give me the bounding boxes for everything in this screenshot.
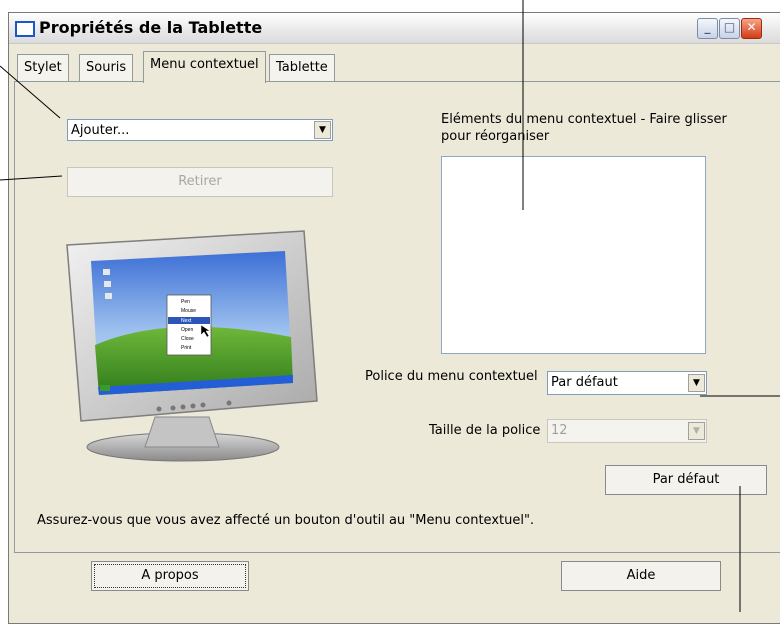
about-button[interactable]: A propos [91,561,249,591]
remove-button[interactable]: Retirer [67,167,333,197]
preview-menu-item: Close [181,336,194,342]
font-combo-value: Par défaut [551,375,618,390]
tab-menu-contextuel[interactable]: Menu contextuel [143,51,266,83]
font-label: Police du menu contextuel [365,369,538,384]
font-combo[interactable]: Par défaut ▼ [547,371,707,395]
preview-menu-item: Pen [181,299,190,305]
font-size-label: Taille de la police [429,423,541,438]
preview-menu-item: Open [181,327,193,333]
preview-menu-item: Next [181,318,192,324]
tab-souris[interactable]: Souris [79,54,134,81]
chevron-down-icon[interactable]: ▼ [314,121,331,139]
monitor-preview-image: Pen Mouse Next Open Close Print [66,230,318,462]
default-button[interactable]: Par défaut [605,465,767,495]
tab-stylet[interactable]: Stylet [17,54,69,81]
close-button[interactable]: ✕ [741,18,762,39]
tablet-properties-window: Propriétés de la Tablette _ □ ✕ Stylet S… [8,12,780,624]
preview-menu-item: Print [181,345,192,351]
add-item-combo[interactable]: Ajouter... ▼ [67,119,333,141]
preview-menu-item: Mouse [181,308,196,314]
maximize-button[interactable]: □ [719,18,740,39]
chevron-down-icon[interactable]: ▼ [688,422,705,440]
hint-text: Assurez-vous que vous avez affecté un bo… [37,513,535,528]
help-button[interactable]: Aide [561,561,721,591]
window-icon [15,21,35,37]
add-item-combo-value: Ajouter... [71,123,130,138]
tab-tablette[interactable]: Tablette [269,54,335,81]
menu-elements-list[interactable] [441,156,706,354]
window-title: Propriétés de la Tablette [39,18,263,37]
title-bar[interactable]: Propriétés de la Tablette _ □ ✕ [9,13,780,44]
font-size-combo[interactable]: 12 ▼ [547,419,707,443]
minimize-button[interactable]: _ [697,18,718,39]
menu-elements-label: Eléments du menu contextuel - Faire glis… [441,112,727,144]
chevron-down-icon[interactable]: ▼ [688,374,705,392]
font-size-combo-value: 12 [551,423,568,438]
